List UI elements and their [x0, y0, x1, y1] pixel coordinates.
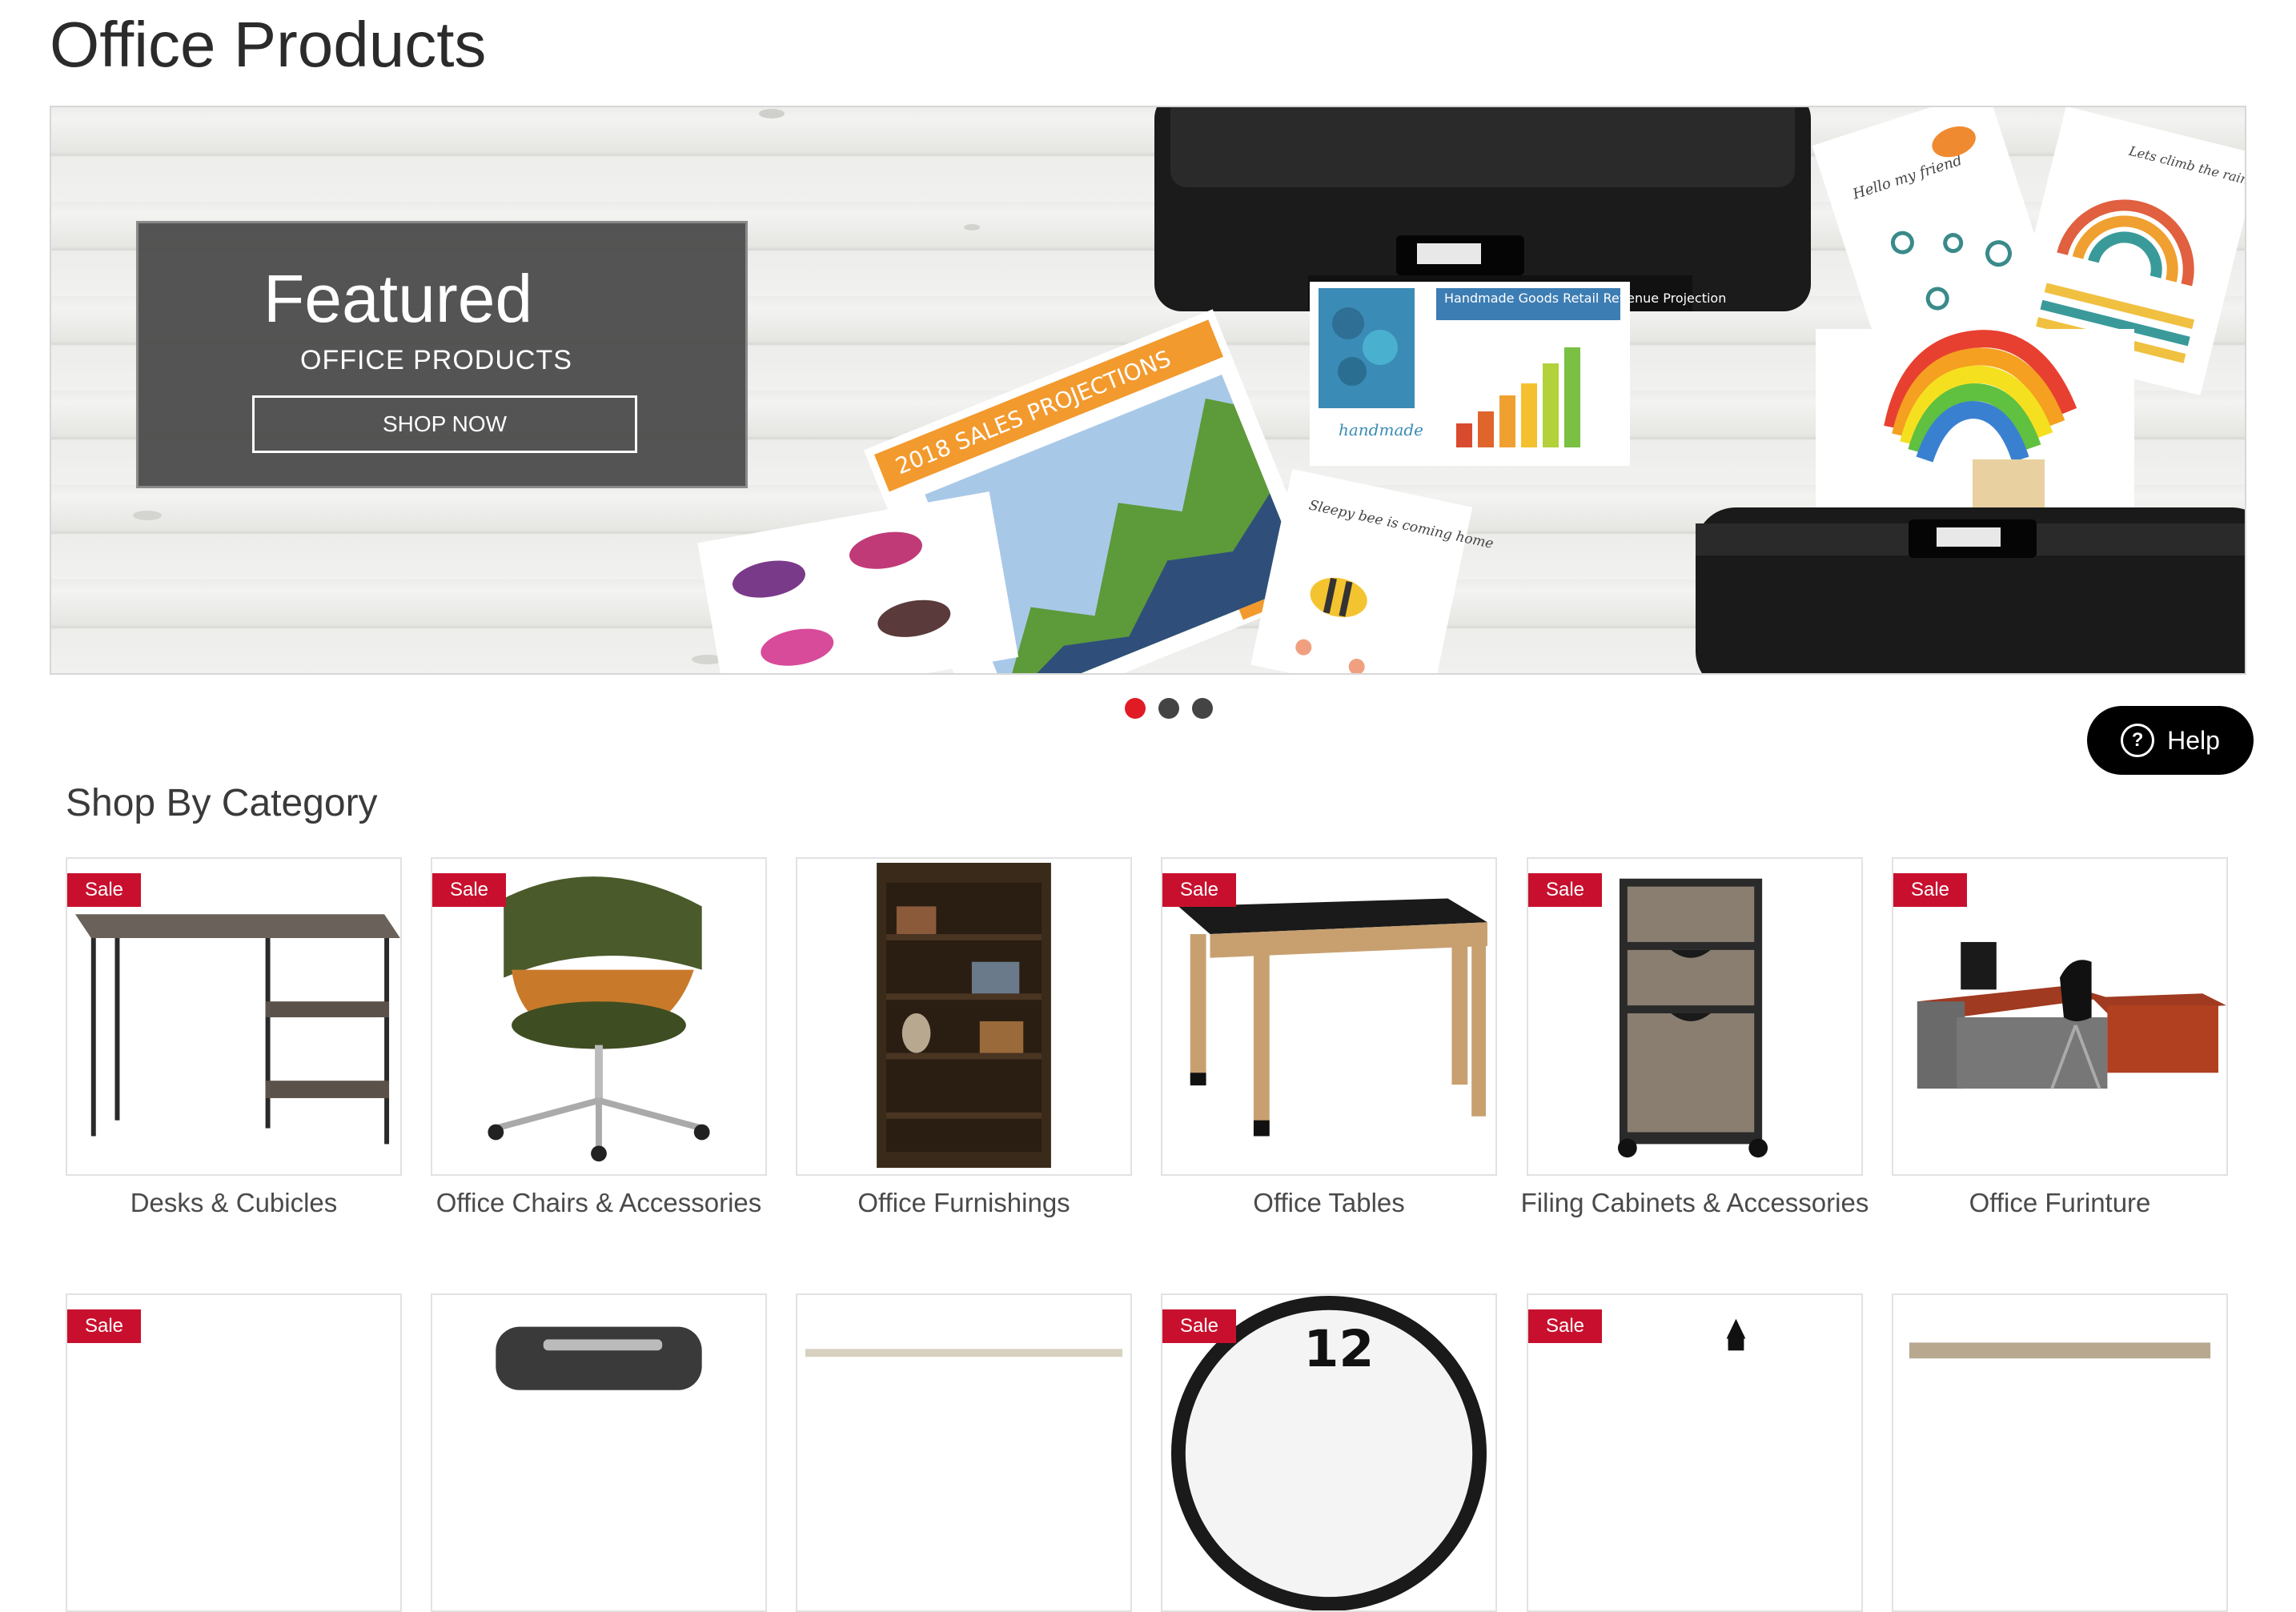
question-circle-icon: ?	[2121, 724, 2155, 757]
bookcase-image	[877, 862, 1051, 1169]
shop-by-category-title: Shop By Category	[66, 782, 378, 824]
category-card-row2-3[interactable]	[796, 1293, 1132, 1612]
category-card-office-furnishings[interactable]	[796, 857, 1132, 1176]
category-card-row2-2[interactable]	[431, 1293, 767, 1612]
category-card-row2-1[interactable]: Sale	[66, 1293, 402, 1612]
sale-badge: Sale	[67, 873, 141, 907]
handmade-logo: handmade	[1339, 420, 1423, 439]
sale-badge: Sale	[1162, 1309, 1236, 1343]
category-card-office-tables[interactable]: Sale	[1161, 857, 1497, 1176]
carousel-dot-2[interactable]	[1158, 698, 1179, 719]
help-label: Help	[2167, 725, 2220, 755]
carousel-dots	[1125, 698, 1213, 719]
featured-title: Featured	[263, 261, 533, 336]
product-image	[1909, 1342, 2211, 1359]
category-card-row2-4[interactable]: 12 Sale	[1161, 1293, 1497, 1612]
category-card-office-furniture[interactable]: Sale	[1892, 857, 2228, 1176]
sale-badge: Sale	[1162, 873, 1236, 907]
category-card-office-chairs[interactable]: Sale	[431, 857, 767, 1176]
shredder-image	[496, 1326, 702, 1390]
bee-card: Sleepy bee is coming home	[1250, 468, 1495, 673]
sale-badge: Sale	[1528, 1309, 1602, 1343]
sale-badge: Sale	[1528, 873, 1602, 907]
category-label-filing-cabinets[interactable]: Filing Cabinets & Accessories	[1519, 1188, 1871, 1217]
printer-top	[1154, 107, 1811, 311]
category-label-office-chairs[interactable]: Office Chairs & Accessories	[423, 1188, 775, 1217]
sale-badge: Sale	[67, 1309, 141, 1343]
category-label-office-furniture[interactable]: Office Furinture	[1884, 1188, 2236, 1217]
help-button[interactable]: ? Help	[2087, 706, 2254, 775]
category-card-desks[interactable]: Sale	[66, 857, 402, 1176]
sticker-paper	[697, 491, 1019, 673]
shop-now-button[interactable]: SHOP NOW	[252, 395, 637, 453]
featured-subtitle: OFFICE PRODUCTS	[300, 345, 572, 375]
featured-promo-box: Featured OFFICE PRODUCTS SHOP NOW	[136, 221, 748, 488]
sale-badge: Sale	[1893, 873, 1967, 907]
category-label-office-furnishings[interactable]: Office Furnishings	[788, 1188, 1140, 1217]
page-title: Office Products	[50, 9, 487, 80]
category-label-office-tables[interactable]: Office Tables	[1153, 1188, 1505, 1217]
hero-banner[interactable]: Handmade Goods Retail Revenue Projection…	[50, 106, 2246, 675]
clock-numeral: 12	[1303, 1319, 1374, 1378]
sale-badge: Sale	[432, 873, 506, 907]
carousel-dot-1[interactable]	[1125, 698, 1146, 719]
category-card-row2-6[interactable]	[1892, 1293, 2228, 1612]
category-card-filing-cabinets[interactable]: Sale	[1527, 857, 1863, 1176]
handmade-chart-title: Handmade Goods Retail Revenue Projection	[1444, 291, 1726, 306]
product-image	[805, 1349, 1122, 1357]
category-label-desks[interactable]: Desks & Cubicles	[58, 1188, 410, 1217]
category-card-row2-5[interactable]: Sale	[1527, 1293, 1863, 1612]
carousel-dot-3[interactable]	[1192, 698, 1213, 719]
